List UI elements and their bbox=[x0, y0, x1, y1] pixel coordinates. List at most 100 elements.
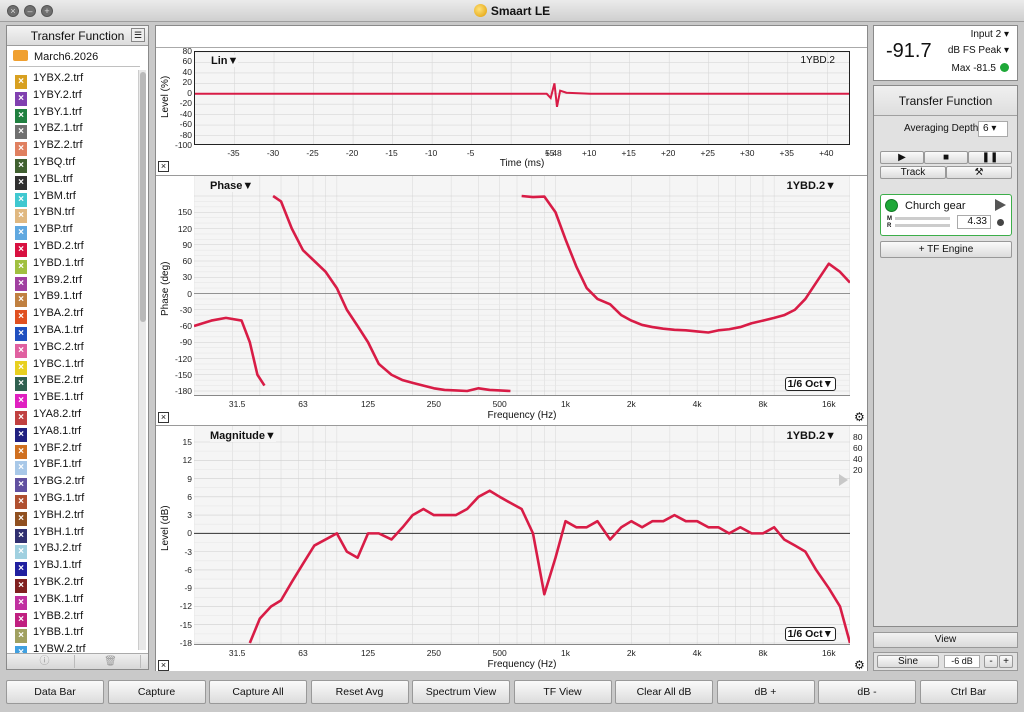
file-name: 1YB9.2.trf bbox=[33, 273, 82, 286]
engine-name: Church gear bbox=[905, 200, 966, 212]
phase-smoothing-select[interactable]: 1/6 Oct▼ bbox=[784, 377, 836, 391]
menu-icon[interactable]: ☰ bbox=[131, 28, 145, 42]
file-item[interactable]: × 1YBA.1.trf bbox=[7, 322, 139, 341]
file-item[interactable]: × 1YBQ.trf bbox=[7, 154, 139, 173]
command-button-capture[interactable]: Capture bbox=[107, 680, 206, 704]
close-magnitude-icon[interactable]: × bbox=[158, 660, 169, 671]
engine-on-icon[interactable] bbox=[885, 199, 898, 212]
phase-trace-tag[interactable]: 1YBD.2▼ bbox=[787, 180, 836, 192]
file-item[interactable]: × 1YBF.2.trf bbox=[7, 440, 139, 459]
file-item[interactable]: × 1YBK.1.trf bbox=[7, 591, 139, 610]
command-button-clear-all-db[interactable]: Clear All dB bbox=[615, 680, 713, 704]
command-button-data-bar[interactable]: Data Bar bbox=[6, 680, 104, 704]
add-tf-engine-button[interactable]: + TF Engine bbox=[880, 241, 1012, 258]
folder-row[interactable]: March6.2026 bbox=[9, 48, 140, 67]
file-item[interactable]: × 1YBB.1.trf bbox=[7, 624, 139, 644]
close-phase-icon[interactable]: × bbox=[158, 412, 169, 423]
gear-icon[interactable]: ⚙ bbox=[854, 411, 865, 423]
file-list-scrollbar[interactable] bbox=[138, 70, 146, 650]
file-item[interactable]: × 1YBY.2.trf bbox=[7, 87, 139, 106]
meter-value: -91.7 bbox=[886, 40, 932, 62]
command-button-tf-view[interactable]: TF View bbox=[513, 680, 612, 704]
magnitude-trace-tag[interactable]: 1YBD.2▼ bbox=[787, 430, 836, 442]
file-item[interactable]: × 1YBD.1.trf bbox=[7, 255, 139, 274]
averaging-select[interactable]: 6 ▾ bbox=[978, 121, 1008, 137]
file-item[interactable]: × 1YBZ.2.trf bbox=[7, 137, 139, 157]
phase-y-tick: 150 bbox=[177, 207, 192, 218]
track-button[interactable]: Track bbox=[880, 166, 946, 179]
delay-find-icon[interactable] bbox=[997, 219, 1004, 226]
stop-button[interactable]: ■ bbox=[924, 151, 968, 164]
file-item[interactable]: × 1YBH.1.trf bbox=[7, 524, 139, 543]
info-icon[interactable]: ⓘ bbox=[15, 655, 75, 668]
command-button-capture-all[interactable]: Capture All bbox=[209, 680, 307, 704]
file-name: 1YBF.1.trf bbox=[33, 458, 82, 471]
impulse-title[interactable]: Lin▼ bbox=[211, 55, 239, 67]
magnitude-chart[interactable]: Magnitude▼ 1YBD.2▼ 1/6 Oct▼ bbox=[194, 426, 850, 645]
magnitude-smoothing-select[interactable]: 1/6 Oct▼ bbox=[784, 627, 836, 641]
trash-icon[interactable]: 🗑 bbox=[81, 655, 141, 668]
file-item[interactable]: × 1YBJ.2.trf bbox=[7, 540, 139, 560]
magnitude-title[interactable]: Magnitude▼ bbox=[210, 430, 276, 442]
gear-icon[interactable]: ⚙ bbox=[854, 659, 865, 671]
file-item[interactable]: × 1YB9.2.trf bbox=[7, 272, 139, 291]
magnitude-y-tick: 9 bbox=[187, 473, 192, 484]
magnitude-x-tick: 16k bbox=[821, 648, 836, 658]
file-item[interactable]: × 1YBD.2.trf bbox=[7, 238, 139, 257]
expand-arrow-icon[interactable] bbox=[995, 199, 1006, 211]
file-item[interactable]: × 1YBF.1.trf bbox=[7, 456, 139, 476]
scrollbar-thumb[interactable] bbox=[140, 72, 146, 322]
file-item[interactable]: × 1YBE.2.trf bbox=[7, 372, 139, 392]
delay-field[interactable]: 4.33 bbox=[957, 215, 991, 229]
file-item[interactable]: × 1YBA.2.trf bbox=[7, 305, 139, 325]
file-item[interactable]: × 1YBK.2.trf bbox=[7, 574, 139, 593]
phase-title[interactable]: Phase▼ bbox=[210, 180, 254, 192]
threshold-arrow-icon[interactable] bbox=[839, 474, 848, 486]
file-item[interactable]: × 1YBH.2.trf bbox=[7, 507, 139, 526]
impulse-chart[interactable]: Lin▼ 1YBD.2 bbox=[194, 51, 850, 145]
file-item[interactable]: × 1YBZ.1.trf bbox=[7, 120, 139, 140]
file-name: 1YBK.2.trf bbox=[33, 575, 84, 588]
phase-x-tick: 4k bbox=[692, 399, 702, 409]
command-button-db-plus[interactable]: dB + bbox=[716, 680, 815, 704]
file-item[interactable]: × 1YBE.1.trf bbox=[7, 389, 139, 409]
file-item[interactable]: × 1YB9.1.trf bbox=[7, 288, 139, 308]
play-button[interactable]: ▶ bbox=[880, 151, 924, 164]
file-item[interactable]: × 1YBG.1.trf bbox=[7, 490, 139, 509]
file-item[interactable]: × 1YBX.2.trf bbox=[7, 70, 139, 89]
file-item[interactable]: × 1YBG.2.trf bbox=[7, 473, 139, 493]
command-button-ctrl-bar[interactable]: Ctrl Bar bbox=[919, 680, 1018, 704]
file-item[interactable]: × 1YA8.2.trf bbox=[7, 406, 139, 425]
close-impulse-icon[interactable]: × bbox=[158, 161, 169, 172]
command-button-db-minus[interactable]: dB - bbox=[818, 680, 916, 704]
meter-unit-select[interactable]: dB FS Peak ▾ bbox=[948, 45, 1009, 56]
phase-y-tick: -90 bbox=[179, 337, 192, 348]
file-item[interactable]: × 1YBB.2.trf bbox=[7, 608, 139, 627]
tools-button[interactable]: ⚒ bbox=[946, 166, 1012, 179]
file-name: 1YBL.trf bbox=[33, 172, 73, 185]
command-button-spectrum-view[interactable]: Spectrum View bbox=[412, 680, 510, 704]
file-item[interactable]: × 1YBN.trf bbox=[7, 204, 139, 224]
file-item[interactable]: × 1YBC.1.trf bbox=[7, 356, 139, 375]
command-button-reset-avg[interactable]: Reset Avg bbox=[310, 680, 409, 704]
generator-level-field[interactable]: -6 dB bbox=[944, 655, 980, 668]
file-item[interactable]: × 1YBM.trf bbox=[7, 188, 139, 207]
pause-button[interactable]: ❚❚ bbox=[968, 151, 1012, 164]
meter-input-select[interactable]: Input 2 ▾ bbox=[971, 29, 1009, 40]
file-item[interactable]: × 1YBC.2.trf bbox=[7, 339, 139, 358]
phase-chart[interactable]: Phase▼ 1YBD.2▼ 1/6 Oct▼ bbox=[194, 176, 850, 396]
magnitude-y-tick: 15 bbox=[182, 437, 192, 447]
level-meter[interactable]: -91.7 Input 2 ▾ dB FS Peak ▾ Max -81.5 bbox=[873, 25, 1018, 81]
title-bar: × – + Smaart LE bbox=[0, 0, 1024, 22]
file-item[interactable]: × 1YBL.trf bbox=[7, 171, 139, 190]
file-item[interactable]: × 1YBY.1.trf bbox=[7, 104, 139, 123]
level-plus-button[interactable]: + bbox=[999, 655, 1013, 668]
file-item[interactable]: × 1YBP.trf bbox=[7, 221, 139, 241]
file-item[interactable]: × 1YA8.1.trf bbox=[7, 423, 139, 442]
file-item[interactable]: × 1YBJ.1.trf bbox=[7, 557, 139, 577]
generator-type-button[interactable]: Sine bbox=[877, 655, 939, 668]
phase-y-tick: 60 bbox=[182, 256, 192, 266]
level-minus-button[interactable]: - bbox=[984, 655, 998, 668]
view-header[interactable]: View bbox=[873, 632, 1018, 648]
engine-card[interactable]: Church gear MR 4.33 bbox=[880, 194, 1012, 236]
